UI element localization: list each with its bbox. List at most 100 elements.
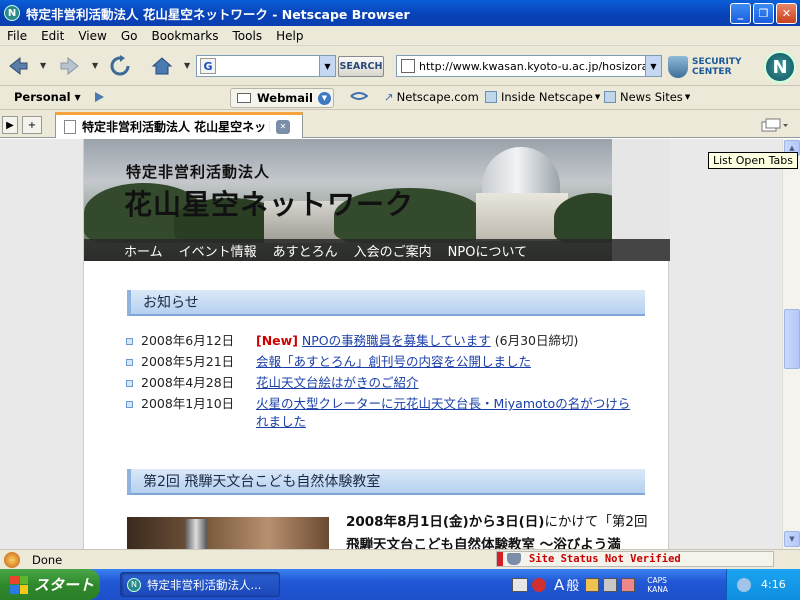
- webmail-button[interactable]: Webmail ▼: [230, 88, 334, 108]
- url-bar[interactable]: http://www.kwasan.kyoto-u.ac.jp/hosizora…: [396, 55, 662, 77]
- taskbar-window-button[interactable]: N 特定非営利活動法人...: [120, 572, 280, 597]
- home-button[interactable]: [150, 54, 174, 78]
- volume-icon[interactable]: [737, 577, 751, 592]
- menu-view[interactable]: View: [71, 29, 113, 43]
- bookmark-netscape-com[interactable]: ↗ Netscape.com: [384, 90, 479, 104]
- search-input[interactable]: G ▼: [196, 55, 336, 77]
- shield-icon: [668, 56, 688, 78]
- site-status-text: Site Status Not Verified: [529, 553, 681, 565]
- start-button[interactable]: スタート: [0, 569, 100, 600]
- personal-menu[interactable]: Personal ▼: [14, 90, 81, 104]
- page-icon: [401, 59, 415, 73]
- event-date-rest: にかけて「第2回: [544, 514, 648, 530]
- status-icon: [4, 551, 20, 568]
- minimize-button[interactable]: _: [730, 3, 751, 24]
- personal-label: Personal: [14, 90, 71, 104]
- news-link[interactable]: 花山天文台絵はがきのご紹介: [256, 375, 419, 390]
- nav-membership[interactable]: 入会のご案内: [354, 241, 432, 260]
- kana-indicator: KANA: [647, 584, 668, 594]
- forward-button[interactable]: [58, 54, 82, 78]
- back-button[interactable]: [6, 54, 30, 78]
- webmail-dropdown-icon[interactable]: ▼: [317, 91, 331, 105]
- home-icon: [151, 57, 173, 75]
- site-status-indicator[interactable]: Site Status Not Verified: [496, 551, 774, 567]
- news-link[interactable]: NPOの事務職員を募集しています: [302, 333, 491, 348]
- ime-tool-icon[interactable]: [585, 577, 600, 592]
- forward-arrow-icon: [60, 56, 79, 76]
- news-link[interactable]: 火星の大型クレーターに元花山天文台長・Miyamotoの名がつけられました: [256, 396, 630, 429]
- vertical-scrollbar[interactable]: ▲ ▼: [782, 139, 800, 549]
- site-nav: ホーム イベント情報 あすとろん 入会のご案内 NPOについて: [84, 239, 670, 261]
- security-center-button[interactable]: SECURITY CENTER: [668, 53, 750, 81]
- netscape-logo[interactable]: N: [764, 51, 796, 83]
- new-tab-button[interactable]: +: [22, 116, 42, 134]
- list-open-tabs-icon[interactable]: [760, 117, 790, 133]
- home-dropdown-icon[interactable]: ▼: [184, 61, 190, 70]
- chevron-down-icon: ▼: [684, 93, 691, 101]
- telescope-image: [185, 519, 207, 549]
- nav-about-npo[interactable]: NPOについて: [448, 241, 527, 260]
- tab-scroll-left-icon[interactable]: ▶: [2, 116, 18, 134]
- reload-button[interactable]: [108, 54, 132, 78]
- ime-mode[interactable]: A: [554, 576, 564, 594]
- bullet-icon: [126, 338, 133, 345]
- scroll-down-icon[interactable]: ▼: [784, 531, 800, 547]
- shield-icon: [507, 553, 521, 565]
- netscape-link-icon[interactable]: [350, 90, 368, 102]
- bookmark-inside-netscape[interactable]: Inside Netscape ▼: [485, 90, 600, 104]
- search-engine-dropdown-icon[interactable]: ▼: [319, 56, 335, 76]
- tab-close-icon[interactable]: ✕: [276, 119, 290, 134]
- bookmark-label: Inside Netscape: [501, 90, 593, 104]
- start-label: スタート: [34, 576, 95, 594]
- nav-astron[interactable]: あすとろん: [273, 241, 338, 260]
- ime-pad-icon[interactable]: [603, 577, 618, 592]
- bookmark-label: Netscape.com: [396, 90, 479, 104]
- menu-go[interactable]: Go: [114, 29, 145, 43]
- folder-icon: [485, 91, 497, 103]
- clock[interactable]: 4:16: [761, 578, 786, 591]
- news-note: (6月30日締切): [494, 333, 579, 348]
- menu-bookmarks[interactable]: Bookmarks: [144, 29, 225, 43]
- search-button[interactable]: SEARCH: [338, 56, 384, 77]
- event-description: 2008年8月1日(金)から3日(日)にかけて「第2回 飛騨天文台こども自然体験…: [346, 511, 656, 549]
- menu-file[interactable]: File: [0, 29, 34, 43]
- nav-events[interactable]: イベント情報: [179, 241, 257, 260]
- google-search-engine-icon[interactable]: G: [200, 58, 216, 74]
- page-favicon-icon: [64, 119, 76, 134]
- event-date: 2008年8月1日(金)から3日(日): [346, 514, 545, 530]
- forward-dropdown-icon[interactable]: ▼: [92, 61, 98, 70]
- news-link[interactable]: 会報「あすとろん」創刊号の内容を公開しました: [256, 354, 531, 369]
- tab-label: 特定非営利活動法人 花山星空ネットワーク: [82, 120, 270, 134]
- menu-tools[interactable]: Tools: [226, 29, 270, 43]
- ime-status-icon[interactable]: [532, 577, 546, 592]
- window-title: 特定非営利活動法人 花山星空ネットワーク - Netscape Browser: [26, 6, 410, 22]
- ime-help-icon[interactable]: [621, 577, 636, 592]
- url-dropdown-icon[interactable]: ▼: [645, 56, 661, 76]
- folder-icon: [604, 91, 616, 103]
- observatory-dome-image: [482, 147, 560, 197]
- maximize-button[interactable]: ❐: [753, 3, 774, 24]
- bookmark-news-sites[interactable]: News Sites ▼: [604, 90, 690, 104]
- security-label-line2: CENTER: [692, 67, 732, 77]
- security-label-line1: SECURITY: [692, 57, 742, 67]
- menu-bar: File Edit View Go Bookmarks Tools Help: [0, 26, 800, 46]
- sidebar-toggle-icon[interactable]: [92, 90, 106, 104]
- caps-indicator: CAPS: [647, 575, 667, 585]
- webmail-label: Webmail: [257, 91, 313, 105]
- ime-kanji-mode[interactable]: 般: [566, 575, 579, 594]
- close-button[interactable]: ✕: [776, 3, 797, 24]
- site-status-flag: [497, 552, 503, 566]
- url-text[interactable]: http://www.kwasan.kyoto-u.ac.jp/hosizora…: [419, 60, 652, 73]
- bullet-icon: [126, 359, 133, 366]
- tab-active[interactable]: 特定非営利活動法人 花山星空ネットワーク ✕: [55, 112, 303, 138]
- ime-toolbar: A 般 CAPS KANA: [512, 571, 692, 598]
- menu-edit[interactable]: Edit: [34, 29, 71, 43]
- site-banner: 特定非営利活動法人 花山星空ネットワーク ホーム イベント情報 あすとろん 入会…: [84, 139, 670, 261]
- menu-help[interactable]: Help: [269, 29, 310, 43]
- scroll-thumb[interactable]: [784, 309, 800, 369]
- nav-home[interactable]: ホーム: [124, 241, 163, 260]
- back-arrow-icon: [9, 56, 28, 76]
- title-bar: N 特定非営利活動法人 花山星空ネットワーク - Netscape Browse…: [0, 0, 800, 26]
- back-dropdown-icon[interactable]: ▼: [40, 61, 46, 70]
- ime-keyboard-icon[interactable]: [512, 577, 528, 592]
